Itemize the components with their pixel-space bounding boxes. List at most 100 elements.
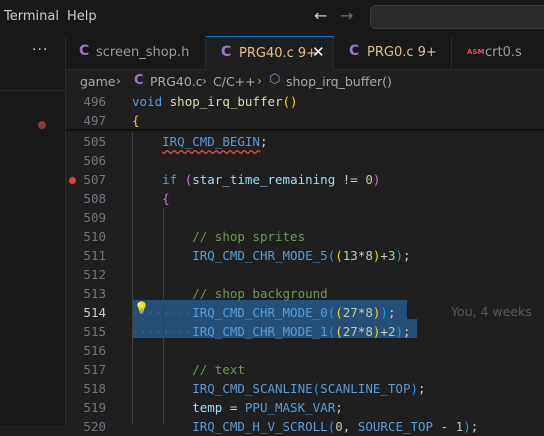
line-code: void shop_irq_buffer() xyxy=(132,92,298,111)
code-token: // text xyxy=(192,362,245,377)
command-center-search[interactable] xyxy=(370,5,544,29)
code-editor[interactable]: 496 void shop_irq_buffer() 497 {505 IRQ_CMD… xyxy=(66,92,544,434)
code-token: 13 xyxy=(342,248,358,263)
code-line[interactable]: 505 IRQ_CMD_BEGIN; xyxy=(66,132,544,151)
code-line[interactable]: 518 IRQ_CMD_SCANLINE(SCANLINE_TOP); xyxy=(66,379,544,398)
line-number: 497 xyxy=(83,113,106,128)
code-token: ) xyxy=(463,419,471,434)
chevron-right-icon: › xyxy=(257,73,262,88)
code-token: IRQ_CMD_BEGIN xyxy=(162,134,260,149)
code-token: ) xyxy=(395,324,403,339)
code-line[interactable]: 520 IRQ_CMD_H_V_SCROLL(0, SOURCE_TOP - 1… xyxy=(66,417,544,436)
back-arrow-icon[interactable]: ← xyxy=(314,6,327,25)
line-code: if (star_time_remaining != 0) xyxy=(132,170,380,189)
code-token: IRQ_CMD_CHR_MODE_5 xyxy=(192,248,328,263)
code-token: + xyxy=(380,248,388,263)
c-file-icon: C xyxy=(134,73,144,88)
code-token: != xyxy=(335,172,366,187)
tab-bar: C screen_shop.h C PRG40.c 9+ ✕ C PRG0.c … xyxy=(66,36,544,71)
code-token: = xyxy=(222,400,245,415)
line-code: ········IRQ_CMD_CHR_MODE_0((27*8)); xyxy=(132,303,395,322)
code-token: PPU_MASK_VAR xyxy=(244,400,336,415)
code-token: ) xyxy=(410,381,419,396)
asm-file-icon: ASM xyxy=(467,48,485,56)
code-token: void xyxy=(132,94,163,109)
code-token: ( xyxy=(335,248,343,263)
more-actions-icon[interactable]: ··· xyxy=(32,42,48,58)
line-number: 508 xyxy=(83,191,106,206)
tab-label: PRG0.c 9+ xyxy=(367,45,437,60)
code-token: ( xyxy=(335,305,343,320)
code-line[interactable]: 510 // shop sprites xyxy=(66,227,544,246)
code-line[interactable]: 517 // text xyxy=(66,360,544,379)
code-token: ; xyxy=(418,381,426,396)
line-code: IRQ_CMD_SCANLINE(SCANLINE_TOP); xyxy=(132,379,426,398)
tab-prg40-c[interactable]: C PRG40.c 9+ ✕ xyxy=(206,36,334,71)
line-number: 506 xyxy=(83,153,106,168)
breakpoint-icon[interactable] xyxy=(69,177,76,184)
c-file-icon: C xyxy=(221,44,232,60)
code-token: 8 xyxy=(365,324,373,339)
chevron-right-icon: › xyxy=(202,73,207,88)
code-line[interactable]: 509 xyxy=(66,208,544,227)
code-line[interactable]: 515 ········IRQ_CMD_CHR_MODE_1((27*8)+2); xyxy=(66,322,544,341)
code-token: 0 xyxy=(335,419,343,434)
code-token: ; xyxy=(259,134,268,149)
line-code: // shop background xyxy=(132,284,327,303)
close-icon[interactable]: ✕ xyxy=(312,43,325,61)
code-line[interactable]: 516 xyxy=(66,341,544,360)
line-code: IRQ_CMD_CHR_MODE_5((13*8)+3); xyxy=(132,246,410,265)
breadcrumb-file[interactable]: PRG40.c xyxy=(150,74,203,89)
menu-terminal[interactable]: Terminal xyxy=(4,9,59,24)
line-code: temp = PPU_MASK_VAR; xyxy=(132,398,343,417)
code-token: IRQ_CMD_SCANLINE xyxy=(192,381,313,396)
code-token: star_time_remaining xyxy=(192,172,336,187)
line-code: IRQ_CMD_BEGIN; xyxy=(132,132,267,151)
breadcrumb-folder[interactable]: game xyxy=(80,74,115,89)
code-token: 8 xyxy=(365,248,373,263)
tab-prg0-c[interactable]: C PRG0.c 9+ xyxy=(334,36,452,70)
tab-label: crt0.s xyxy=(485,45,522,60)
code-token: { xyxy=(162,191,170,206)
tab-screen-shop-h[interactable]: C screen_shop.h xyxy=(66,36,206,70)
code-line[interactable]: 507 if (star_time_remaining != 0) xyxy=(66,170,544,189)
git-blame-annotation: You, 4 weeks xyxy=(451,304,532,319)
code-token: if xyxy=(162,172,178,187)
code-line[interactable]: 512 xyxy=(66,265,544,284)
menu-help[interactable]: Help xyxy=(67,9,97,24)
line-code: IRQ_CMD_H_V_SCROLL(0, SOURCE_TOP - 1); xyxy=(132,417,478,436)
sidebar-divider xyxy=(0,90,66,91)
lightbulb-icon[interactable]: 💡 xyxy=(134,301,149,315)
tab-label: screen_shop.h xyxy=(96,45,190,60)
line-code: // shop sprites xyxy=(132,227,305,246)
chevron-right-icon: › xyxy=(116,73,121,88)
code-token: ; xyxy=(470,419,479,434)
breadcrumb: game › C PRG40.c › C/C++ › ⬡ shop_irq_bu… xyxy=(66,70,544,92)
code-line[interactable]: 508 { xyxy=(66,189,544,208)
sidebar: ··· xyxy=(0,36,66,425)
code-token: ; xyxy=(335,400,343,415)
line-number: 520 xyxy=(83,419,106,434)
code-token: // shop sprites xyxy=(192,229,306,244)
code-line[interactable]: 496 void shop_irq_buffer() xyxy=(66,92,544,111)
code-line[interactable]: 497 { xyxy=(66,111,544,130)
code-token: { xyxy=(132,113,140,128)
code-token: () xyxy=(282,94,298,109)
tab-crt0-s[interactable]: ASM crt0.s xyxy=(452,36,544,70)
code-line[interactable]: 511 IRQ_CMD_CHR_MODE_5((13*8)+3); xyxy=(66,246,544,265)
breadcrumb-language[interactable]: C/C++ xyxy=(213,74,256,89)
line-number: 511 xyxy=(83,248,106,263)
line-code: ········IRQ_CMD_CHR_MODE_1((27*8)+2); xyxy=(132,322,411,341)
code-token: - xyxy=(433,419,456,434)
forward-arrow-icon[interactable]: → xyxy=(340,6,353,25)
code-token: + xyxy=(380,324,388,339)
breadcrumb-symbol[interactable]: shop_irq_buffer() xyxy=(286,74,392,89)
code-line[interactable]: 506 xyxy=(66,151,544,170)
code-token: 27 xyxy=(342,305,358,320)
code-token: shop_irq_buffer xyxy=(169,94,283,109)
code-line[interactable]: 519 temp = PPU_MASK_VAR; xyxy=(66,398,544,417)
title-bar: Terminal Help ← → xyxy=(0,0,544,36)
